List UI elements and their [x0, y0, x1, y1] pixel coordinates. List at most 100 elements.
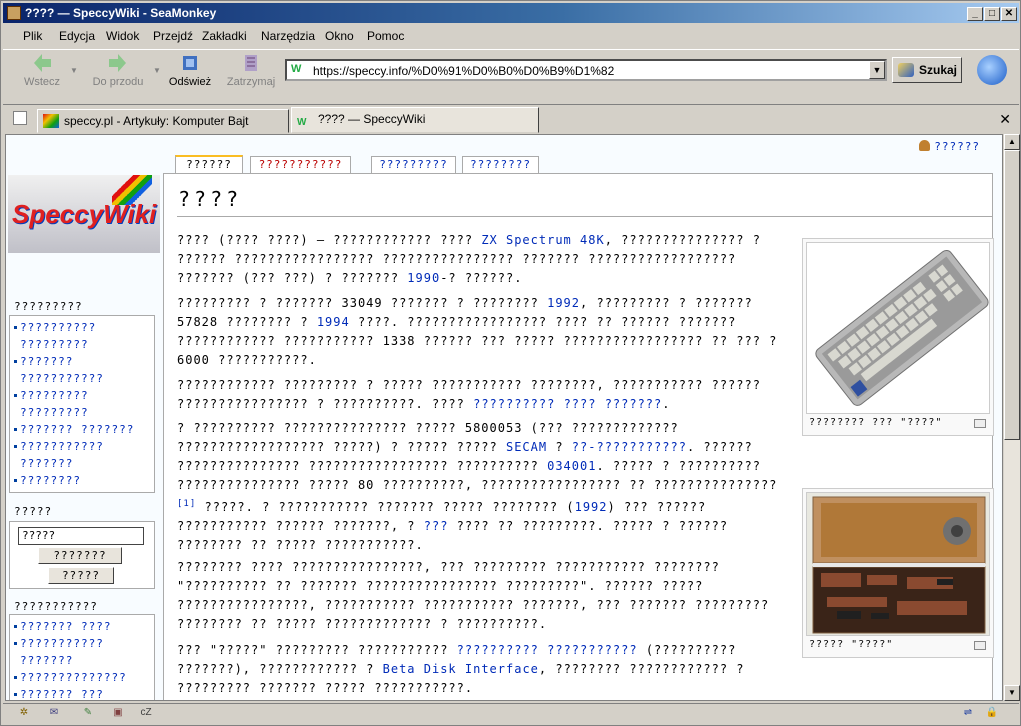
link-photo-gallery[interactable]: ?????????? ???? ??????? — [473, 397, 662, 411]
tools-item-special[interactable]: ?????????????? — [14, 669, 150, 686]
user-login-link[interactable]: ?????? — [919, 140, 980, 153]
tools-item-whatlinks[interactable]: ??????? ???? — [14, 618, 150, 635]
forward-dropdown-icon[interactable]: ▼ — [153, 66, 161, 75]
menu-tools[interactable]: Narzędzia — [261, 29, 315, 43]
forward-label: Do przodu — [92, 76, 144, 88]
page-viewport: ?????? ?????? ??????????? ????????? ????… — [5, 134, 1003, 701]
online-status-icon[interactable]: ⇌ — [959, 707, 977, 722]
nav-item-help[interactable]: ??????????? ??????? — [14, 438, 150, 472]
article-body: ???? ???? (???? ????) — ???????????? ???… — [163, 173, 994, 700]
speccywiki-favicon-icon: W — [297, 117, 307, 128]
link-1992[interactable]: 1992 — [547, 296, 580, 310]
thumbnail-keyboard-caption: ???????? ??? "????" — [806, 414, 990, 432]
tab-article[interactable]: ?????? — [175, 155, 243, 174]
back-button[interactable]: Wstecz — [17, 52, 67, 94]
link-beta-disk[interactable]: Beta Disk Interface — [383, 662, 539, 676]
new-tab-icon[interactable] — [13, 111, 27, 125]
tab-bar: speccy.pl - Artykuły: Komputer Bajt W ??… — [3, 104, 1019, 133]
menu-window[interactable]: Okno — [325, 29, 354, 43]
menu-view[interactable]: Widok — [106, 29, 139, 43]
forward-arrow-icon — [109, 54, 126, 72]
tools-portlet: ??????? ???? ??????????? ??????? ???????… — [9, 614, 155, 700]
vertical-scrollbar[interactable]: ▲ ▼ — [1004, 134, 1020, 701]
link-chip[interactable]: 034001 — [547, 459, 596, 473]
user-icon — [919, 140, 931, 151]
link-secam[interactable]: SECAM — [506, 440, 547, 454]
wiki-search-input[interactable]: ????? — [18, 527, 144, 545]
url-dropdown-icon[interactable]: ▼ — [869, 61, 885, 79]
stop-label: Zatrzymaj — [226, 76, 276, 88]
stop-icon — [245, 55, 257, 71]
nav-item-random[interactable]: ??????? ??????? — [14, 421, 150, 438]
link-zx-spectrum[interactable]: ZX Spectrum 48K — [481, 233, 604, 247]
footnote-ref[interactable]: [1] — [177, 499, 196, 509]
addressbook-icon[interactable]: ▣ — [109, 707, 127, 722]
url-field[interactable]: W https://speccy.info/%D0%91%D0%B0%D0%B9… — [285, 59, 887, 81]
thumbnail-keyboard: ???????? ??? "????" — [802, 238, 994, 436]
tab-view-source[interactable]: ????????? — [371, 156, 456, 173]
tab-discussion[interactable]: ??????????? — [250, 156, 351, 173]
p1-text-c: -? ??????. — [440, 271, 523, 285]
menu-file[interactable]: Plik — [23, 29, 42, 43]
speccywiki-logo[interactable]: SpeccyWiki — [8, 175, 160, 253]
tab-history[interactable]: ???????? — [462, 156, 539, 173]
search-find-button[interactable]: ????? — [48, 567, 114, 584]
mail-icon[interactable]: ✉ — [45, 707, 63, 722]
link-short[interactable]: ??? — [424, 519, 449, 533]
link-disk-interface[interactable]: ?????????? ??????????? — [457, 643, 638, 657]
back-dropdown-icon[interactable]: ▼ — [70, 66, 78, 75]
menu-help[interactable]: Pomoc — [367, 29, 404, 43]
tools-item-related[interactable]: ??????????? ??????? — [14, 635, 150, 669]
menu-edit[interactable]: Edycja — [59, 29, 95, 43]
chatzilla-icon[interactable]: cZ — [137, 707, 155, 722]
tab-speccy-pl[interactable]: speccy.pl - Artykuły: Komputer Bajt — [37, 109, 289, 133]
nav-item-recent[interactable]: ????????? ????????? — [14, 387, 150, 421]
close-tab-icon[interactable]: ✕ — [999, 111, 1011, 128]
thumbnail-board: ????? "????" — [802, 488, 994, 658]
seamonkey-throbber-icon[interactable] — [977, 55, 1007, 85]
link-1994[interactable]: 1994 — [317, 315, 350, 329]
keyboard-caption-text: ???????? ??? "????" — [809, 417, 943, 428]
close-icon[interactable]: ✕ — [1001, 7, 1017, 21]
menu-bookmarks[interactable]: Zakładki — [202, 29, 247, 43]
maximize-icon[interactable]: □ — [984, 7, 1000, 21]
forward-button[interactable]: Do przodu — [83, 52, 153, 94]
url-text: https://speccy.info/%D0%91%D0%B0%D0%B9%D… — [313, 64, 615, 78]
navigation-portlet: ?????????? ????????? ??????? ???????????… — [9, 315, 155, 493]
tab-speccywiki[interactable]: W ???? — SpeccyWiki — [291, 107, 539, 133]
paragraph-6: ??? "?????" ????????? ??????????? ??????… — [177, 641, 787, 698]
composer-icon[interactable]: ✎ — [79, 707, 97, 722]
paragraph-5: ???????? ???? ????????????????, ??? ????… — [177, 560, 770, 631]
paragraph-4: ? ?????????? ??????????????? ????? 58000… — [177, 419, 787, 555]
link-1992-b[interactable]: 1992 — [575, 500, 608, 514]
link-1990[interactable]: 1990 — [407, 271, 440, 285]
stop-button[interactable]: Zatrzymaj — [223, 52, 279, 94]
paragraph-1: ???? (???? ????) — ???????????? ???? ZX … — [177, 231, 787, 288]
page-title: ???? — [178, 187, 243, 211]
scroll-down-icon[interactable]: ▼ — [1004, 685, 1020, 701]
board-caption-text: ????? "????" — [809, 639, 894, 650]
status-bar: ✲ ✉ ✎ ▣ cZ ⇌ 🔒 — [3, 703, 1019, 725]
minimize-icon[interactable]: _ — [967, 7, 983, 21]
enlarge-icon[interactable] — [974, 641, 986, 650]
keyboard-image — [815, 249, 989, 406]
keyboard-photo[interactable] — [806, 242, 990, 414]
scroll-thumb[interactable] — [1004, 150, 1020, 440]
nav-item-main[interactable]: ?????????? ????????? — [14, 319, 150, 353]
security-lock-icon[interactable]: 🔒 — [983, 707, 1001, 722]
board-photo[interactable] — [806, 492, 990, 636]
menu-go[interactable]: Przejdź — [153, 29, 193, 43]
enlarge-icon[interactable] — [974, 419, 986, 428]
p4-text-e: ?????. ? ??????????? ??????? ????? ?????… — [196, 500, 575, 514]
nav-item-donate[interactable]: ???????? — [14, 472, 150, 489]
window-title: ???? — SpeccyWiki - SeaMonkey — [25, 6, 217, 20]
nav-item-community[interactable]: ??????? ??????????? — [14, 353, 150, 387]
link-rf-modulator[interactable]: ??-??????????? — [572, 440, 687, 454]
app-icon — [7, 6, 21, 20]
search-button[interactable]: Szukaj — [892, 57, 962, 83]
navigator-icon[interactable]: ✲ — [15, 707, 33, 722]
search-go-button[interactable]: ??????? — [38, 547, 122, 564]
tools-item-print[interactable]: ??????? ??? — [14, 686, 150, 700]
reload-button[interactable]: Odśwież — [167, 52, 213, 94]
scroll-up-icon[interactable]: ▲ — [1004, 134, 1020, 150]
